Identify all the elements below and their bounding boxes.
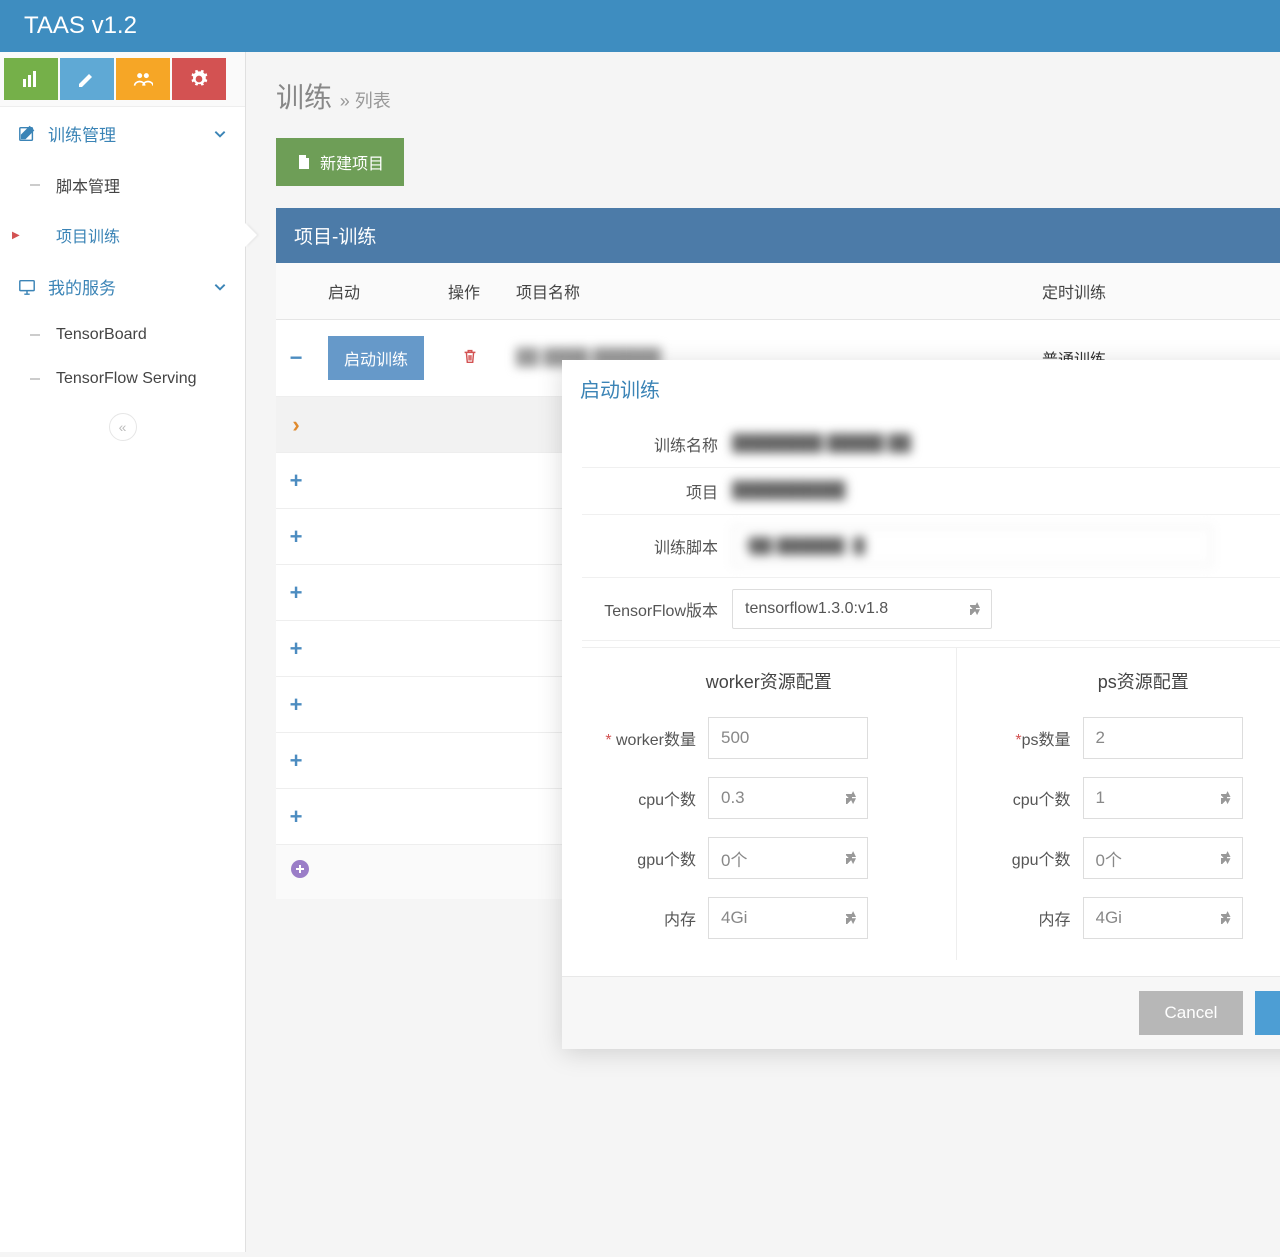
chevron-down-icon	[213, 127, 227, 141]
panel-title: 项目-训练	[294, 227, 376, 248]
launch-training-modal: 启动训练 ✕ 训练名称 ████████ █████ ██ 项目 ███████…	[562, 360, 1280, 1049]
sidebar-item-label: TensorBoard	[56, 326, 147, 344]
expand-row-button[interactable]: ›	[276, 396, 316, 454]
content: 训练 » 列表 新建项目 项目-训练 启动 操作 项目名称 定时训练 − 启动训…	[246, 52, 1280, 1252]
sidebar-item-label: 项目训练	[56, 223, 120, 247]
cancel-button[interactable]: Cancel	[1139, 991, 1244, 1035]
th-launch: 启动	[316, 263, 436, 319]
breadcrumb-title: 训练	[276, 82, 332, 113]
edit-icon	[18, 125, 36, 143]
label-ps-gpu: gpu个数	[963, 846, 1083, 870]
label-worker-gpu: gpu个数	[588, 846, 708, 870]
expand-row-button[interactable]: +	[276, 508, 316, 566]
worker-count-input[interactable]	[708, 717, 868, 759]
value-train-name: ████████ █████ ██	[732, 435, 1280, 453]
sidebar-item-tfserving[interactable]: TensorFlow Serving	[0, 357, 245, 401]
label-tf-version: TensorFlow版本	[582, 597, 732, 621]
dash-icon	[30, 334, 40, 336]
panel-header: 项目-训练	[276, 208, 1280, 263]
expand-row-button[interactable]: +	[276, 452, 316, 510]
expand-row-button[interactable]: +	[276, 788, 316, 846]
label-script: 训练脚本	[582, 534, 732, 558]
table-header: 启动 操作 项目名称 定时训练	[276, 263, 1280, 320]
sidebar-item-scripts[interactable]: 脚本管理	[0, 160, 245, 210]
collapse-row-button[interactable]: −	[276, 329, 316, 387]
th-action: 操作	[436, 263, 504, 319]
trash-icon[interactable]	[461, 352, 479, 369]
nav-group-training[interactable]: 训练管理	[0, 107, 245, 160]
app-header: TAAS v1.2	[0, 0, 1280, 52]
nav-group-services[interactable]: 我的服务	[0, 260, 245, 313]
label-project: 项目	[582, 479, 732, 503]
breadcrumb-sub: » 列表	[340, 91, 391, 111]
chevron-down-icon	[213, 280, 227, 294]
active-marker-icon: ▶	[12, 230, 20, 241]
sidebar-item-tensorboard[interactable]: TensorBoard	[0, 313, 245, 357]
th-name: 项目名称	[504, 263, 1030, 319]
dash-icon	[30, 184, 40, 186]
worker-resource-section: worker资源配置 * worker数量 cpu个数 ▲▼ gpu个数 ▲▼	[582, 648, 957, 960]
sidebar-action-bar	[0, 52, 245, 106]
sidebar-item-label: 脚本管理	[56, 173, 120, 197]
collapse-sidebar-button[interactable]: «	[109, 413, 137, 441]
sidebar-item-label: TensorFlow Serving	[56, 370, 197, 388]
label-worker-cpu: cpu个数	[588, 786, 708, 810]
label-worker-count: * worker数量	[588, 726, 708, 750]
label-ps-count: *ps数量	[963, 726, 1083, 750]
worker-cpu-select[interactable]	[708, 777, 868, 819]
chart-icon[interactable]	[4, 58, 58, 100]
ok-button[interactable]: OK	[1255, 991, 1280, 1035]
modal-title: 启动训练	[580, 374, 660, 403]
th-schedule: 定时训练	[1030, 263, 1280, 319]
monitor-icon	[18, 278, 36, 296]
worker-gpu-select[interactable]	[708, 837, 868, 879]
document-icon	[296, 154, 312, 170]
worker-section-title: worker资源配置	[588, 660, 950, 708]
expand-row-button[interactable]: +	[276, 676, 316, 734]
new-project-button[interactable]: 新建项目	[276, 138, 404, 186]
worker-mem-select[interactable]	[708, 897, 868, 939]
label-ps-cpu: cpu个数	[963, 786, 1083, 810]
app-title: TAAS v1.2	[24, 12, 137, 39]
nav-group-services-label: 我的服务	[48, 274, 116, 299]
dash-icon	[30, 378, 40, 380]
nav-group-training-label: 训练管理	[48, 121, 116, 146]
label-train-name: 训练名称	[582, 432, 732, 456]
gear-icon[interactable]	[172, 58, 226, 100]
expand-row-button[interactable]: +	[276, 732, 316, 790]
script-input[interactable]	[732, 526, 1212, 566]
label-worker-mem: 内存	[588, 906, 708, 930]
tf-version-select[interactable]	[732, 589, 992, 629]
value-project: ██████████	[732, 482, 1280, 500]
label-ps-mem: 内存	[963, 906, 1083, 930]
launch-training-button[interactable]: 启动训练	[328, 336, 424, 380]
pencil-icon[interactable]	[60, 58, 114, 100]
ps-count-input[interactable]	[1083, 717, 1243, 759]
users-icon[interactable]	[116, 58, 170, 100]
ps-cpu-select[interactable]	[1083, 777, 1243, 819]
ps-resource-section: ps资源配置 *ps数量 cpu个数 ▲▼ gpu个数 ▲▼	[957, 648, 1280, 960]
sidebar: 训练管理 脚本管理 ▶ 项目训练 我的服务 TensorBoard	[0, 52, 246, 1252]
expand-row-button[interactable]: +	[276, 620, 316, 678]
breadcrumb: 训练 » 列表	[276, 76, 1280, 116]
new-project-label: 新建项目	[320, 150, 384, 174]
sidebar-item-project-training[interactable]: ▶ 项目训练	[0, 210, 245, 260]
ps-mem-select[interactable]	[1083, 897, 1243, 939]
ps-section-title: ps资源配置	[963, 660, 1280, 708]
expand-row-button[interactable]: +	[276, 564, 316, 622]
ps-gpu-select[interactable]	[1083, 837, 1243, 879]
